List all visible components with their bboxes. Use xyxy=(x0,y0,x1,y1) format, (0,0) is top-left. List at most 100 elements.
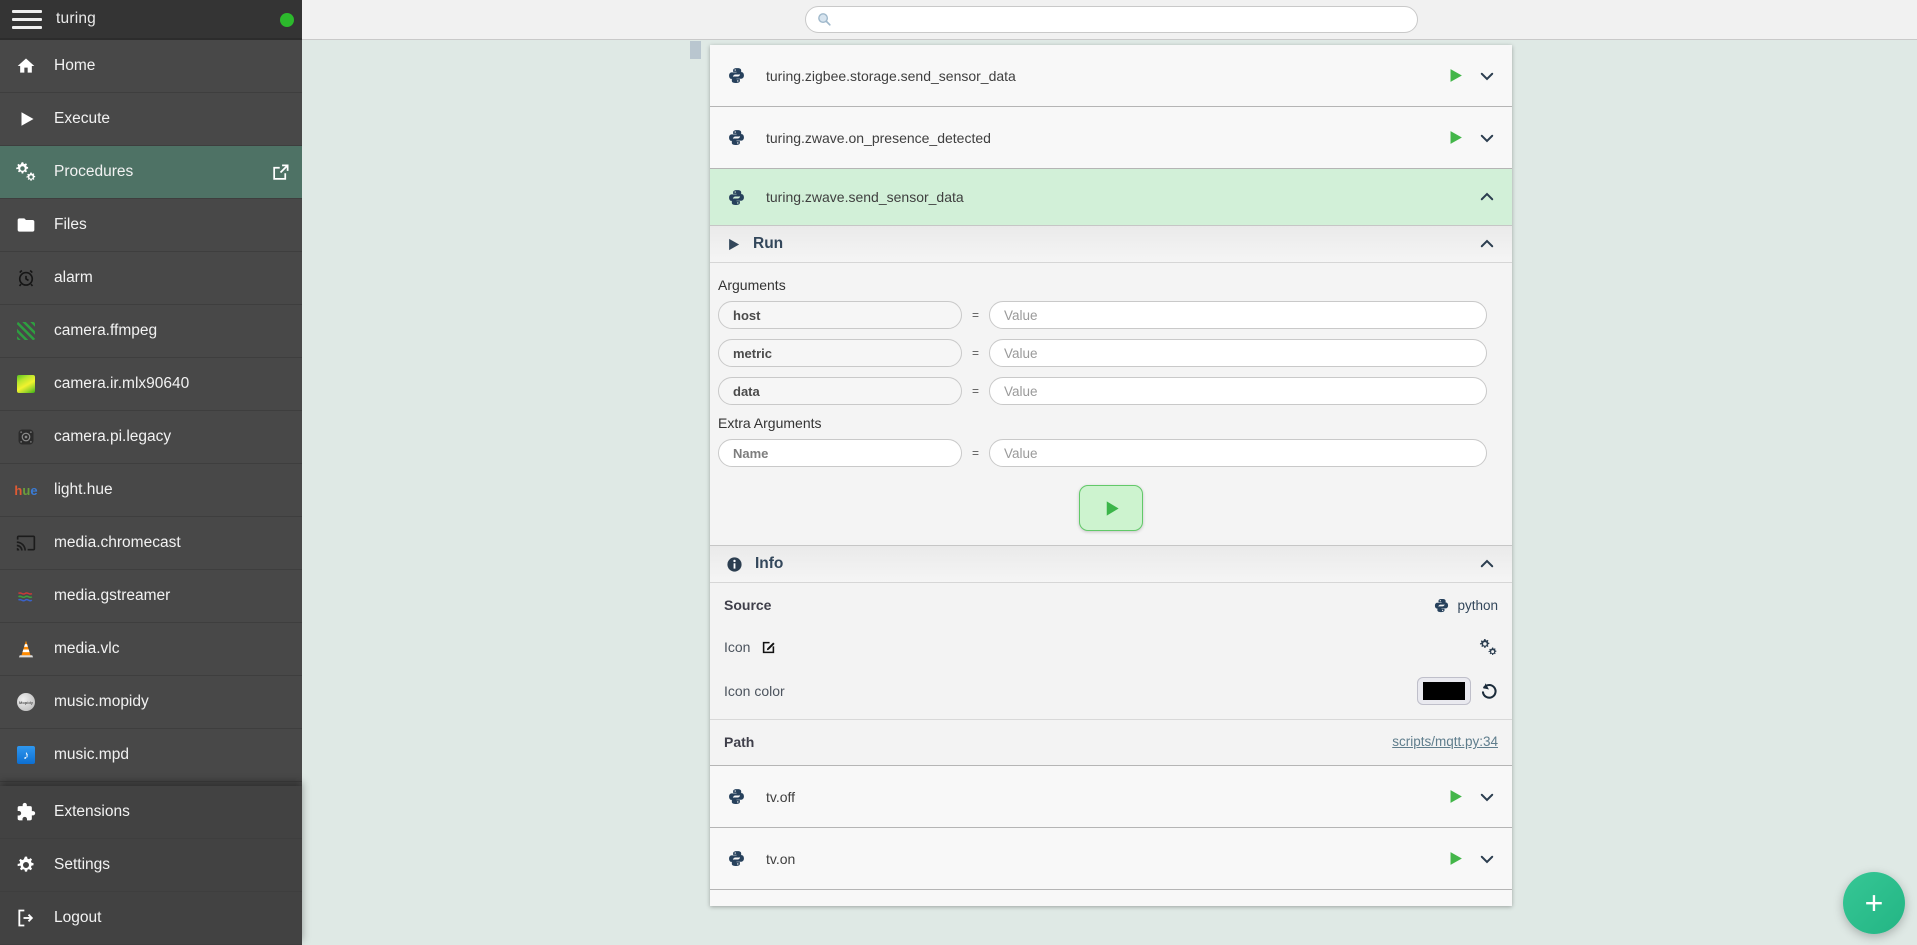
chevron-up-icon[interactable] xyxy=(1478,555,1496,573)
search-icon xyxy=(816,11,833,28)
vlc-cone-icon xyxy=(14,637,38,661)
sidebar-item-music-mpd[interactable]: ♪ music.mpd xyxy=(0,729,302,782)
chevron-down-icon[interactable] xyxy=(1478,67,1496,85)
argument-row: = xyxy=(718,377,1487,405)
sidebar-item-logout[interactable]: Logout xyxy=(0,892,302,945)
sidebar-item-media-gstreamer[interactable]: media.gstreamer xyxy=(0,570,302,623)
procedure-row[interactable]: turing.zwave.on_presence_detected xyxy=(710,107,1512,169)
extra-argument-row: = xyxy=(718,439,1487,467)
edit-icon[interactable] xyxy=(760,639,777,656)
info-icon xyxy=(726,556,743,573)
gears-icon xyxy=(1479,638,1498,657)
main-area: turing.zigbee.storage.send_sensor_data xyxy=(302,0,1917,945)
puzzle-icon xyxy=(14,800,38,824)
source-path-link[interactable]: scripts/mqtt.py:34 xyxy=(1392,734,1498,749)
info-section-header[interactable]: Info xyxy=(710,545,1512,583)
sidebar-bottom-section: Extensions Settings Logout xyxy=(0,786,302,945)
sidebar-item-media-chromecast[interactable]: media.chromecast xyxy=(0,517,302,570)
run-procedure-button[interactable] xyxy=(1447,788,1464,805)
sidebar-item-light-hue[interactable]: hue light.hue xyxy=(0,464,302,517)
sidebar-header: turing xyxy=(0,0,302,40)
procedure-row-selected[interactable]: turing.zwave.send_sensor_data xyxy=(710,169,1512,225)
sidebar-item-camera-ffmpeg[interactable]: camera.ffmpeg xyxy=(0,305,302,358)
argument-name-field[interactable] xyxy=(718,377,962,405)
reset-color-icon[interactable] xyxy=(1479,682,1498,701)
sidebar-item-camera-pi-legacy[interactable]: camera.pi.legacy xyxy=(0,411,302,464)
procedure-row-clipped[interactable] xyxy=(710,889,1512,906)
argument-row: = xyxy=(718,339,1487,367)
ffmpeg-icon xyxy=(14,319,38,343)
sidebar-nav: Home Execute Procedures xyxy=(0,40,302,782)
equals-sign: = xyxy=(972,446,979,460)
run-button-container xyxy=(710,477,1512,545)
sidebar-item-home[interactable]: Home xyxy=(0,40,302,93)
argument-value-input[interactable] xyxy=(989,377,1487,405)
path-label: Path xyxy=(724,734,754,750)
info-row-icon: Icon xyxy=(710,627,1512,667)
sidebar: turing Home Execute xyxy=(0,0,302,945)
menu-icon[interactable] xyxy=(12,10,42,29)
equals-sign: = xyxy=(972,384,979,398)
chevron-down-icon[interactable] xyxy=(1478,788,1496,806)
thermal-camera-icon xyxy=(14,372,38,396)
gstreamer-icon xyxy=(14,584,38,608)
procedure-row[interactable]: tv.off xyxy=(710,765,1512,827)
search-input[interactable] xyxy=(841,12,1407,27)
run-procedure-button[interactable] xyxy=(1447,850,1464,867)
info-section-title: Info xyxy=(755,555,783,573)
sidebar-item-extensions[interactable]: Extensions xyxy=(0,786,302,839)
argument-name-field[interactable] xyxy=(718,301,962,329)
run-procedure-button[interactable] xyxy=(1447,904,1464,907)
chevron-down-icon[interactable] xyxy=(1478,850,1496,868)
procedure-name: turing.zigbee.storage.send_sensor_data xyxy=(766,68,1016,84)
sidebar-item-alarm[interactable]: alarm xyxy=(0,252,302,305)
home-icon xyxy=(14,54,38,78)
sidebar-item-media-vlc[interactable]: media.vlc xyxy=(0,623,302,676)
sidebar-item-files[interactable]: Files xyxy=(0,199,302,252)
sidebar-item-execute[interactable]: Execute xyxy=(0,93,302,146)
python-icon xyxy=(728,788,746,805)
procedure-name: tv.on xyxy=(766,851,795,867)
sidebar-item-music-mopidy[interactable]: Mopidy music.mopidy xyxy=(0,676,302,729)
chevron-up-icon[interactable] xyxy=(1478,235,1496,253)
add-procedure-fab[interactable]: + xyxy=(1843,872,1905,934)
argument-value-input[interactable] xyxy=(989,339,1487,367)
alarm-clock-icon xyxy=(14,266,38,290)
search-bar xyxy=(805,6,1418,33)
chevron-down-icon[interactable] xyxy=(1478,129,1496,147)
argument-name-field[interactable] xyxy=(718,339,962,367)
info-section-body: Source python Icon xyxy=(710,583,1512,765)
info-row-path: Path scripts/mqtt.py:34 xyxy=(710,719,1512,763)
folder-icon xyxy=(14,213,38,237)
sidebar-item-procedures[interactable]: Procedures xyxy=(0,146,302,199)
argument-value-input[interactable] xyxy=(989,301,1487,329)
chromecast-icon xyxy=(14,531,38,555)
sidebar-item-settings[interactable]: Settings xyxy=(0,839,302,892)
extra-argument-name-input[interactable] xyxy=(718,439,962,467)
hue-logo-icon: hue xyxy=(14,478,38,502)
chevron-up-icon[interactable] xyxy=(1478,188,1496,206)
procedure-row[interactable]: tv.on xyxy=(710,827,1512,889)
run-section-header[interactable]: Run xyxy=(710,225,1512,263)
procedure-row[interactable]: turing.zigbee.storage.send_sensor_data xyxy=(710,45,1512,107)
procedure-name: turing.zwave.send_sensor_data xyxy=(766,189,964,205)
execute-run-button[interactable] xyxy=(1079,485,1143,531)
scrollbar-thumb[interactable] xyxy=(690,41,701,59)
run-section-title: Run xyxy=(753,235,783,253)
source-value: python xyxy=(1457,598,1498,613)
run-procedure-button[interactable] xyxy=(1447,129,1464,146)
icon-label: Icon xyxy=(724,639,750,655)
extra-arguments-label: Extra Arguments xyxy=(718,415,1487,431)
python-icon xyxy=(728,67,746,84)
top-bar xyxy=(302,0,1917,40)
app-title: turing xyxy=(56,10,96,28)
source-label: Source xyxy=(724,597,771,613)
run-procedure-button[interactable] xyxy=(1447,67,1464,84)
extra-argument-value-input[interactable] xyxy=(989,439,1487,467)
external-link-icon[interactable] xyxy=(271,163,290,182)
equals-sign: = xyxy=(972,308,979,322)
arguments-label: Arguments xyxy=(718,277,1487,293)
icon-color-picker[interactable] xyxy=(1417,677,1471,705)
sidebar-item-camera-ir-mlx90640[interactable]: camera.ir.mlx90640 xyxy=(0,358,302,411)
argument-row: = xyxy=(718,301,1487,329)
